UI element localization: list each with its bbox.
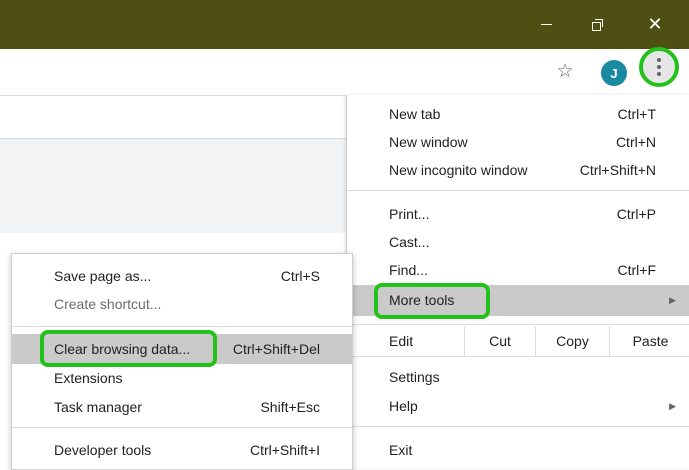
close-icon: ✕ xyxy=(647,14,663,34)
cut-button[interactable]: Cut xyxy=(464,326,535,356)
menu-divider xyxy=(12,326,352,327)
menu-item-find[interactable]: Find... Ctrl+F xyxy=(347,256,689,284)
page-area xyxy=(0,96,346,139)
menu-item-cast[interactable]: Cast... xyxy=(347,228,689,256)
menu-item-new-incognito-window[interactable]: New incognito window Ctrl+Shift+N xyxy=(347,156,689,184)
menu-item-help[interactable]: Help ▶ xyxy=(347,392,689,420)
menu-item-new-window[interactable]: New window Ctrl+N xyxy=(347,128,689,156)
minimize-icon xyxy=(540,24,552,25)
submenu-item-developer-tools[interactable]: Developer tools Ctrl+Shift+I xyxy=(12,436,352,464)
more-tools-highlight xyxy=(374,283,490,319)
menu-divider xyxy=(347,190,689,191)
browser-toolbar: ☆ J xyxy=(0,49,689,96)
restore-icon xyxy=(591,19,603,31)
submenu-item-task-manager[interactable]: Task manager Shift+Esc xyxy=(12,393,352,421)
title-bar: ✕ xyxy=(0,0,689,49)
submenu-item-create-shortcut[interactable]: Create shortcut... xyxy=(12,290,352,318)
submenu-item-extensions[interactable]: Extensions xyxy=(12,364,352,392)
menu-item-print[interactable]: Print... Ctrl+P xyxy=(347,200,689,228)
menu-item-new-tab[interactable]: New tab Ctrl+T xyxy=(347,100,689,128)
paste-button[interactable]: Paste xyxy=(609,326,689,356)
page-area xyxy=(0,139,346,233)
menu-divider xyxy=(12,427,352,428)
menu-divider xyxy=(347,356,689,357)
submenu-arrow-icon: ▶ xyxy=(669,295,676,305)
chrome-menu: New tab Ctrl+T New window Ctrl+N New inc… xyxy=(346,95,689,468)
menu-divider xyxy=(347,324,689,325)
more-dots-icon xyxy=(657,58,661,62)
profile-avatar[interactable]: J xyxy=(601,60,627,86)
menu-divider xyxy=(347,426,689,427)
copy-button[interactable]: Copy xyxy=(535,326,609,356)
bookmark-star-icon[interactable]: ☆ xyxy=(553,59,577,83)
minimize-button[interactable] xyxy=(523,0,569,49)
close-button[interactable]: ✕ xyxy=(632,0,678,49)
menu-item-settings[interactable]: Settings xyxy=(347,363,689,391)
more-options-button[interactable] xyxy=(639,47,679,87)
more-tools-submenu: Save page as... Ctrl+S Create shortcut..… xyxy=(11,253,353,470)
submenu-arrow-icon: ▶ xyxy=(669,401,676,411)
clear-browsing-data-highlight xyxy=(40,330,217,367)
submenu-item-save-page-as[interactable]: Save page as... Ctrl+S xyxy=(12,262,352,290)
edit-row: Edit Cut Copy Paste xyxy=(347,326,689,356)
menu-item-exit[interactable]: Exit xyxy=(347,436,689,464)
restore-button[interactable] xyxy=(574,0,620,49)
